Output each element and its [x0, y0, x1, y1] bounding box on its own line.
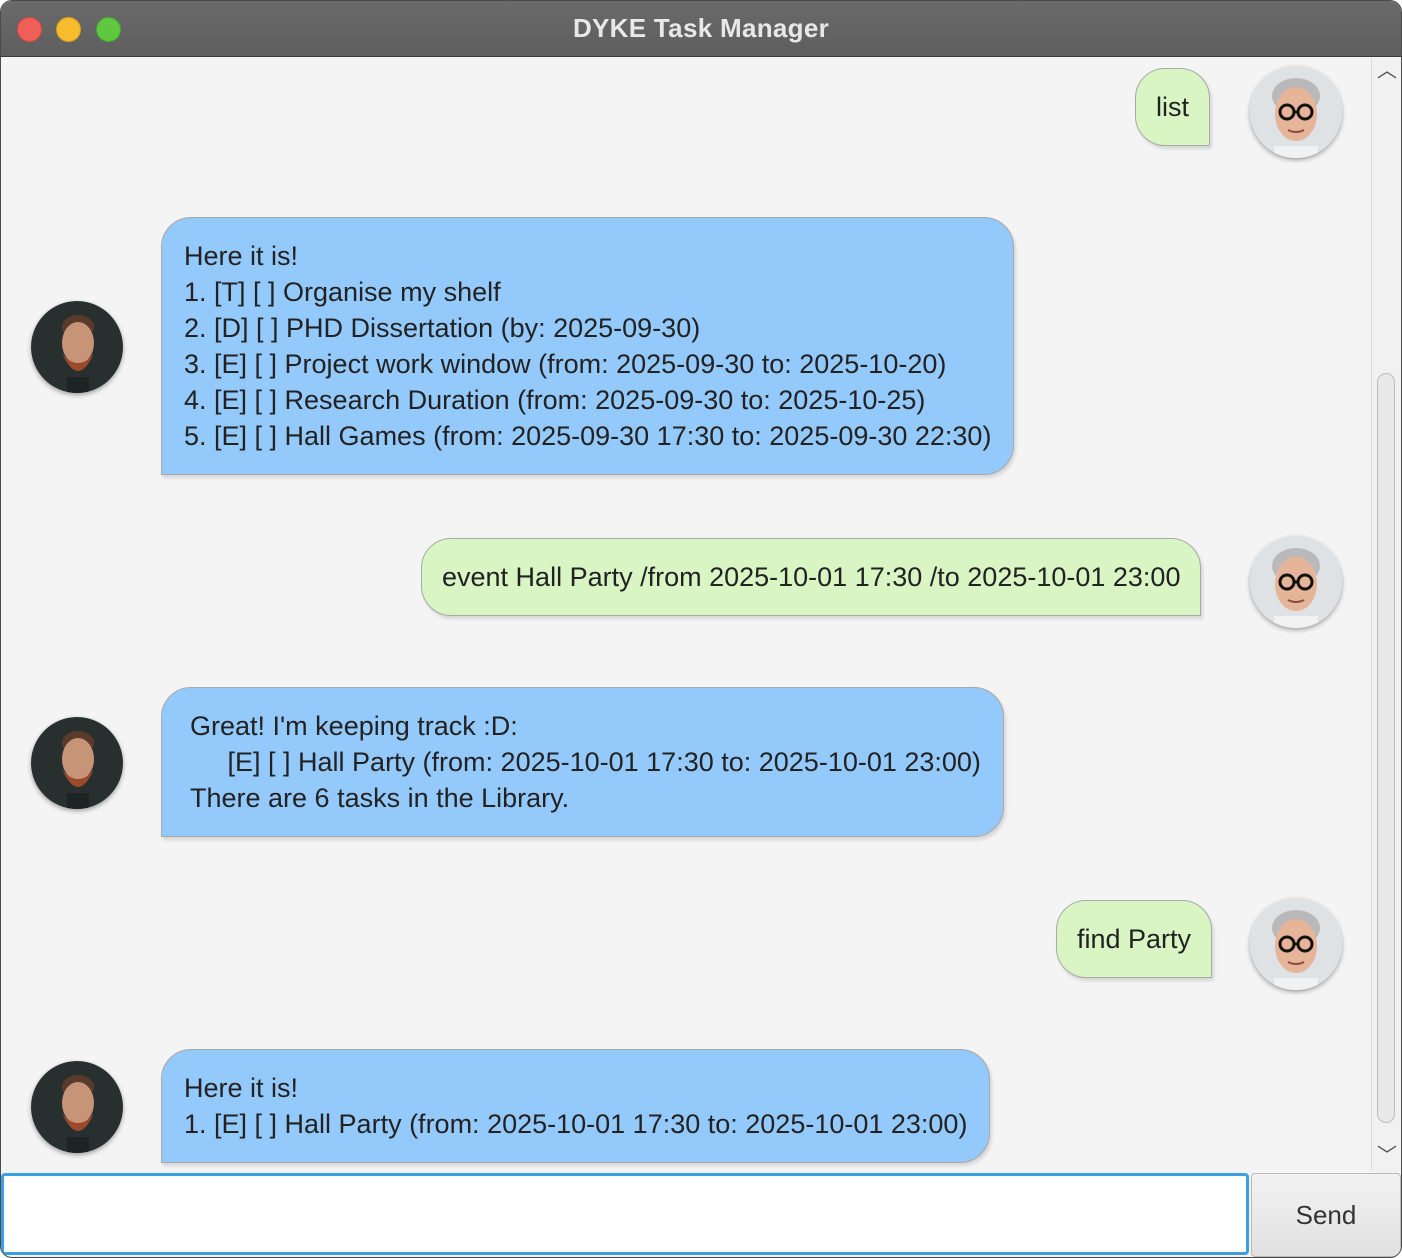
- window-title: DYKE Task Manager: [572, 13, 830, 43]
- scroll-up-icon[interactable]: ︿: [1376, 60, 1398, 82]
- dialog-container[interactable]: list Here it is! 1. [T] [] Organise my …: [1, 58, 1371, 1171]
- user-message: event Hall Party /from 2025-10-01 17:30 …: [421, 538, 1202, 616]
- scrollbar-thumb[interactable]: [1377, 373, 1395, 1123]
- bot-avatar-icon: [31, 1061, 123, 1153]
- bot-message: Here it is! 1. [T] [ ] Organise my shelf…: [161, 217, 1015, 475]
- user-message: find Party: [1056, 900, 1213, 978]
- bot-message: Here it is! 1. [E] [ ] Hall Party (from:…: [161, 1049, 991, 1163]
- user-avatar-icon: [1250, 536, 1342, 628]
- vertical-scrollbar[interactable]: ︿ ﹀: [1371, 58, 1401, 1171]
- bot-avatar-icon: [31, 717, 123, 809]
- user-input-field[interactable]: [1, 1173, 1249, 1255]
- user-avatar-icon: [1250, 898, 1342, 990]
- title-bar: DYKE Task Manager: [1, 1, 1401, 57]
- bot-avatar-icon: [31, 301, 123, 393]
- user-message: list: [1135, 68, 1210, 146]
- scroll-down-icon[interactable]: ﹀: [1376, 1145, 1398, 1167]
- send-button[interactable]: Send: [1251, 1173, 1401, 1257]
- user-avatar-icon: [1250, 66, 1342, 158]
- app-window: DYKE Task Manager list Here it is! 1. [T…: [0, 0, 1402, 1258]
- bot-message: Great! I'm keeping track :D: [E] [ ] Hal…: [161, 687, 1004, 837]
